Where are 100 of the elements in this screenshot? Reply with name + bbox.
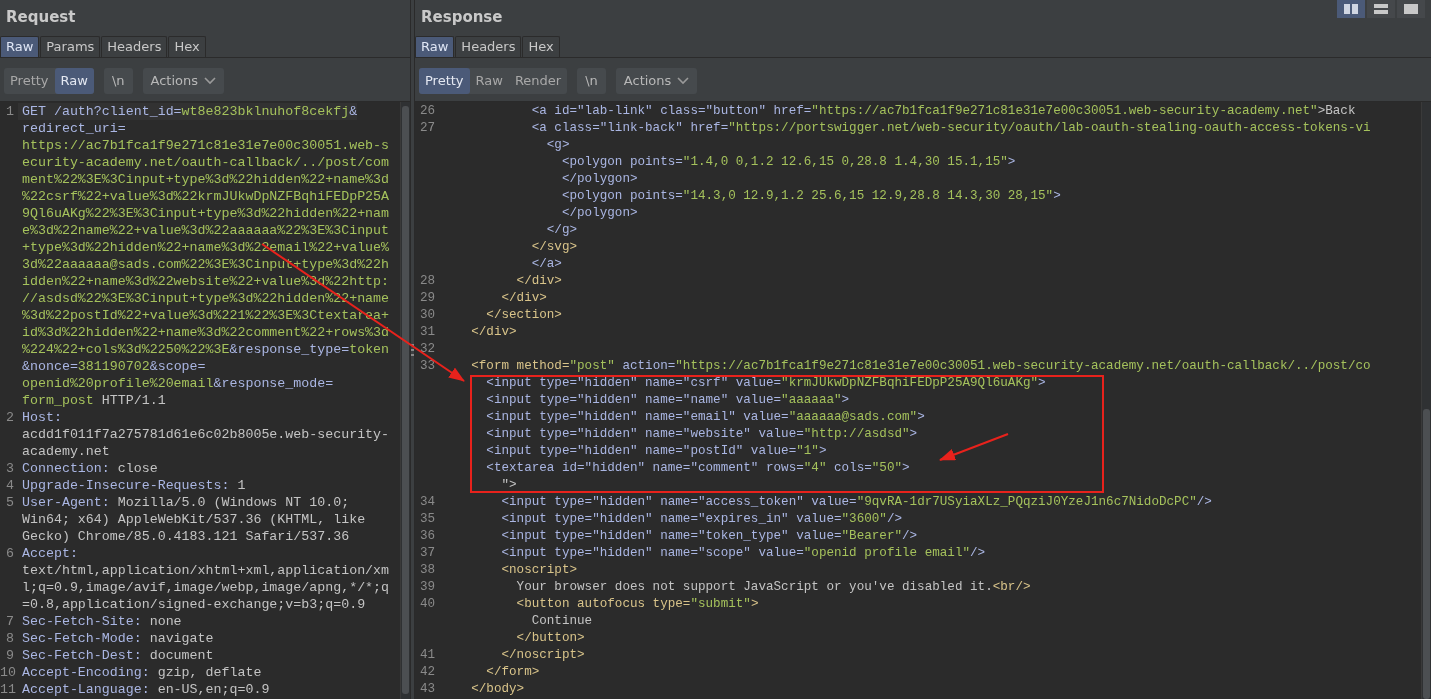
code-editor[interactable]	[0, 101, 410, 699]
code-text: <input type="hidden" name="csrf" value="krmJUkwDpNZFBqhiFEDpP25A9Ql6uAKg">	[485, 375, 1046, 392]
scrollbar[interactable]	[400, 102, 410, 699]
code-text: <input type="hidden" name="token_type" value="Bearer"/>	[500, 528, 918, 545]
code-text: redirect_uri=	[21, 120, 126, 137]
view-toggle[interactable]: Raw	[54, 68, 94, 94]
split-rows-icon	[1373, 3, 1389, 15]
code-text: Continue	[530, 613, 593, 630]
code-text: <input type="hidden" name="website" value="http://asdsd">	[485, 426, 918, 443]
code-text: <input type="hidden" name="name" value="aaaaaa">	[485, 392, 850, 409]
code-text: text/html,application/xhtml+xml,application/xm	[21, 562, 390, 579]
code-text: &nonce=381190702&scope=	[21, 358, 206, 375]
code-text: l;q=0.9,image/avif,image/webp,image/apng,*/*;q	[21, 579, 390, 596]
code-text: </a>	[530, 256, 562, 273]
code-text: ">	[500, 477, 517, 494]
line-number: 36	[418, 528, 436, 545]
code-text: 9Ql6uAKg%22%3E%3Cinput+type%3d%22hidden%22+nam	[21, 205, 390, 222]
tab[interactable]: Hex	[522, 36, 560, 57]
view-toggle[interactable]: Render	[508, 68, 568, 94]
tab[interactable]: Hex	[168, 36, 206, 57]
line-number: 6	[5, 545, 15, 562]
code-text: </div>	[515, 273, 562, 290]
line-number: 29	[418, 290, 436, 307]
panel-title: Request	[6, 7, 76, 27]
code-text: <input type="hidden" name="postId" value="1">	[485, 443, 827, 460]
line-number: 37	[418, 545, 436, 562]
actions-dropdown[interactable]: Actions	[615, 68, 698, 94]
code-text: =0.8,application/signed-exchange;v=b3;q=0.9	[21, 596, 366, 613]
layout-button[interactable]	[1367, 0, 1395, 18]
line-number: 32	[418, 341, 436, 358]
code-text: Connection: close	[21, 460, 158, 477]
line-number: 2	[5, 409, 15, 426]
line-number: 30	[418, 307, 436, 324]
code-text: <input type="hidden" name="expires_in" value="3600"/>	[500, 511, 903, 528]
line-number: 34	[418, 494, 436, 511]
line-number: 33	[418, 358, 436, 375]
code-text: <button autofocus type="submit">	[515, 596, 759, 613]
code-text: Sec-Fetch-Dest: document	[21, 647, 214, 664]
code-text: Host:	[21, 409, 62, 426]
tab[interactable]: Raw	[0, 36, 40, 57]
annotation-arrow	[939, 433, 1009, 461]
code-text: ment%22%3E%3Cinput+type%3d%22hidden%22+name%3d	[21, 171, 390, 188]
line-number: 35	[418, 511, 436, 528]
tab[interactable]: Raw	[415, 36, 455, 57]
code-text: acdd1f011f7a275781d61e6c02b8005e.web-security-	[21, 426, 390, 443]
code-text: User-Agent: Mozilla/5.0 (Windows NT 10.0;	[21, 494, 350, 511]
code-text: </div>	[500, 290, 547, 307]
code-text: </body>	[470, 681, 525, 698]
code-text: ecurity-academy.net/oauth-callback/../post/com	[21, 154, 390, 171]
code-text: academy.net	[21, 443, 110, 460]
layout-button[interactable]	[1397, 0, 1425, 18]
panel-title: Response	[421, 7, 503, 27]
code-text: <g>	[545, 137, 570, 154]
line-number: 5	[5, 494, 15, 511]
layout-button[interactable]	[1337, 0, 1365, 18]
code-text: https://ac7b1fca1f9e271c81e31e7e00c30051.web-s	[21, 137, 390, 154]
code-text: <textarea id="hidden" name="comment" rows="4" cols="50">	[485, 460, 910, 477]
line-number: 42	[418, 664, 436, 681]
code-text: openid%20profile%20email&response_mode=	[21, 375, 334, 392]
line-number: 1	[5, 103, 15, 120]
newline-toggle[interactable]: \n	[577, 68, 606, 94]
split-columns-icon	[1343, 3, 1359, 15]
view-toggle[interactable]: Pretty	[4, 68, 55, 94]
chevron-down-icon	[204, 77, 217, 85]
newline-toggle[interactable]: \n	[103, 68, 133, 94]
code-text: form_post HTTP/1.1	[21, 392, 166, 409]
code-text: e%3d%22name%22+value%3d%22aaaaaa%22%3E%3Cinput	[21, 222, 390, 239]
code-editor[interactable]	[415, 101, 1431, 699]
line-number: 4	[5, 477, 15, 494]
view-toggle[interactable]: Raw	[469, 68, 509, 94]
code-text: </button>	[515, 630, 585, 647]
code-text: <a class="link-back" href="https://portswigger.net/web-security/oauth/lab-oauth-stealing-oauth-access-tokens-vi	[530, 120, 1371, 137]
code-text: Win64; x64) AppleWebKit/537.36 (KHTML, like	[21, 511, 366, 528]
code-text: %22csrf%22+value%3d%22krmJUkwDpNZFBqhiFEDpP25A	[21, 188, 390, 205]
view-toggle[interactable]: Pretty	[419, 68, 470, 94]
code-text: Sec-Fetch-Mode: navigate	[21, 630, 214, 647]
code-text: </g>	[545, 222, 578, 239]
code-text: <input type="hidden" name="email" value="aaaaaa@sads.com">	[485, 409, 925, 426]
chevron-down-icon	[677, 77, 690, 85]
tab[interactable]: Headers	[455, 36, 522, 57]
code-text: </svg>	[530, 239, 578, 256]
line-number: 11	[0, 681, 17, 698]
code-text: Sec-Fetch-Site: none	[21, 613, 182, 630]
line-number: 26	[418, 103, 436, 120]
line-number: 38	[418, 562, 436, 579]
tab[interactable]: Headers	[101, 36, 168, 57]
actions-dropdown[interactable]: Actions	[142, 68, 225, 94]
code-text: </noscript>	[500, 647, 585, 664]
scrollbar[interactable]	[1421, 102, 1431, 699]
code-text: </form>	[485, 664, 540, 681]
line-number: 3	[5, 460, 15, 477]
line-number: 40	[418, 596, 436, 613]
splitter-handle[interactable]	[410, 0, 415, 699]
code-text: <input type="hidden" name="scope" value="openid profile email"/>	[500, 545, 986, 562]
code-text: </div>	[470, 324, 517, 341]
code-text: </polygon>	[560, 171, 638, 188]
code-text: Upgrade-Insecure-Requests: 1	[21, 477, 246, 494]
line-number: 41	[418, 647, 436, 664]
line-number: 31	[418, 324, 436, 341]
tab[interactable]: Params	[40, 36, 101, 57]
